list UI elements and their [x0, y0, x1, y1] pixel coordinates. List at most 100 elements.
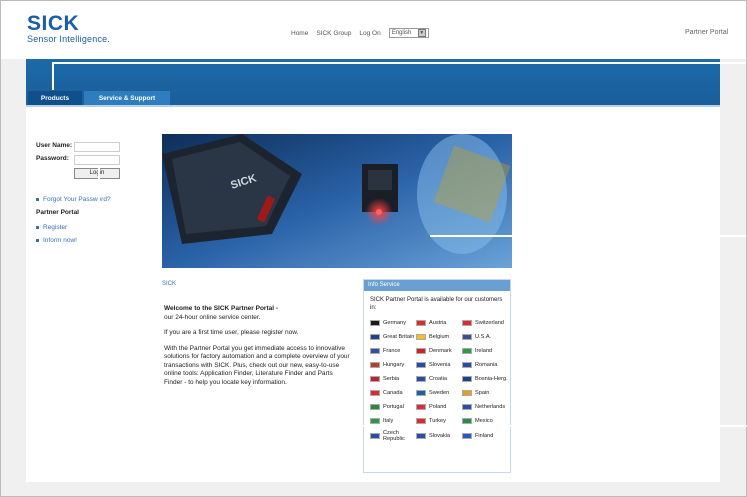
flag-icon — [370, 433, 380, 439]
country-item: Bosnia-Herg. — [462, 374, 510, 384]
country-item: Switzerland — [462, 318, 510, 328]
country-name: Belgium — [429, 334, 450, 340]
country-item: U.S.A. — [462, 332, 510, 342]
top-links: Home SICK Group Log On English ▼ — [291, 28, 429, 38]
flag-icon — [462, 376, 472, 382]
country-item: Slovenia — [416, 360, 462, 370]
language-value: English — [391, 30, 412, 36]
country-item: Romania — [462, 360, 510, 370]
info-service-box: Info Service SICK Partner Portal is avai… — [363, 279, 511, 473]
country-name: Romania — [475, 362, 498, 368]
flag-icon — [370, 320, 380, 326]
country-item: Poland — [416, 402, 462, 412]
password-label: Password: — [36, 155, 69, 162]
sick-group-link[interactable]: SICK Group — [316, 30, 351, 37]
welcome-text: Welcome to the SICK Partner Portal - our… — [164, 305, 352, 394]
country-name: U.S.A. — [475, 334, 492, 340]
flag-icon — [416, 362, 426, 368]
flag-icon — [462, 334, 472, 340]
flag-icon — [416, 404, 426, 410]
forgot-password-text: Forgot Your Password? — [43, 196, 111, 203]
country-name: France — [383, 348, 401, 354]
flag-icon — [370, 362, 380, 368]
country-item: Serbia — [370, 374, 416, 384]
login-button[interactable]: Login — [74, 168, 120, 179]
username-label: User Name: — [36, 142, 73, 149]
flag-icon — [416, 433, 426, 439]
tab-products[interactable]: Products — [28, 91, 82, 105]
username-input[interactable] — [74, 142, 120, 152]
country-item: Germany — [370, 318, 416, 328]
country-name: Sweden — [429, 390, 450, 396]
flag-icon — [416, 320, 426, 326]
register-text: Register — [43, 224, 68, 231]
country-item: Slovakia — [416, 430, 462, 442]
flag-icon — [462, 348, 472, 354]
tab-service-support[interactable]: Service & Support — [84, 91, 170, 105]
country-item: Hungary — [370, 360, 416, 370]
country-name: Mexico — [475, 418, 493, 424]
language-select[interactable]: English ▼ — [388, 28, 429, 38]
country-name: Hungary — [383, 362, 405, 368]
country-item: Ireland — [462, 346, 510, 356]
callout-line — [98, 168, 100, 426]
flag-icon — [416, 334, 426, 340]
country-item: Sweden — [416, 388, 462, 398]
bullet-icon — [36, 239, 39, 242]
country-name: Turkey — [429, 418, 446, 424]
info-intro: SICK Partner Portal is available for our… — [370, 297, 503, 311]
country-item: Czech Republic — [370, 430, 416, 442]
country-item: France — [370, 346, 416, 356]
inform-now-text: Inform now! — [43, 237, 77, 244]
country-name: Poland — [429, 404, 447, 410]
country-name: Serbia — [383, 376, 400, 382]
country-item: Croatia — [416, 374, 462, 384]
logo-word: SICK — [27, 12, 80, 35]
country-name: Czech Republic — [383, 430, 405, 442]
country-name: Germany — [383, 320, 407, 326]
country-name: Portugal — [383, 404, 404, 410]
home-link[interactable]: Home — [291, 30, 308, 37]
section-label: SICK — [162, 281, 177, 287]
country-item: Canada — [370, 388, 416, 398]
country-name: Slovenia — [429, 362, 451, 368]
callout-line — [430, 235, 746, 237]
country-name: Spain — [475, 390, 490, 396]
country-item: Great Britain — [370, 332, 416, 342]
flag-icon — [462, 404, 472, 410]
chevron-down-icon: ▼ — [417, 29, 426, 37]
country-name: Denmark — [429, 348, 452, 354]
country-item: Belgium — [416, 332, 462, 342]
country-name: Austria — [429, 320, 447, 326]
country-name: Finland — [475, 433, 494, 439]
flag-icon — [462, 390, 472, 396]
flag-icon — [370, 418, 380, 424]
login-form: User Name: Password: Login — [36, 142, 120, 179]
logo-tagline: Sensor Intelligence. — [27, 34, 111, 44]
sick-logo[interactable]: SICK Sensor Intelligence. — [27, 12, 111, 44]
country-item: Austria — [416, 318, 462, 328]
flag-icon — [416, 376, 426, 382]
country-item: Denmark — [416, 346, 462, 356]
flag-icon — [370, 376, 380, 382]
country-name: Netherlands — [475, 404, 506, 410]
country-item: Netherlands — [462, 402, 510, 412]
first-time-text: If you are a first time user, please reg… — [164, 329, 299, 336]
flag-icon — [462, 418, 472, 424]
hero-image: SICK — [162, 134, 512, 268]
callout-line — [52, 62, 54, 90]
country-name: Great Britain — [383, 334, 415, 340]
flag-icon — [462, 433, 472, 439]
hero-sensor-photo: SICK — [162, 134, 512, 268]
callout-line — [98, 425, 747, 427]
country-name: Slovakia — [429, 433, 451, 439]
country-name: Canada — [383, 390, 403, 396]
flag-icon — [416, 348, 426, 354]
flag-icon — [462, 320, 472, 326]
password-input[interactable] — [74, 155, 120, 165]
flag-icon — [370, 390, 380, 396]
page-header: SICK Sensor Intelligence. Home SICK Grou… — [1, 1, 746, 59]
welcome-title: Welcome to the SICK Partner Portal - — [164, 305, 279, 312]
log-on-link[interactable]: Log On — [359, 30, 380, 37]
country-item: Spain — [462, 388, 510, 398]
